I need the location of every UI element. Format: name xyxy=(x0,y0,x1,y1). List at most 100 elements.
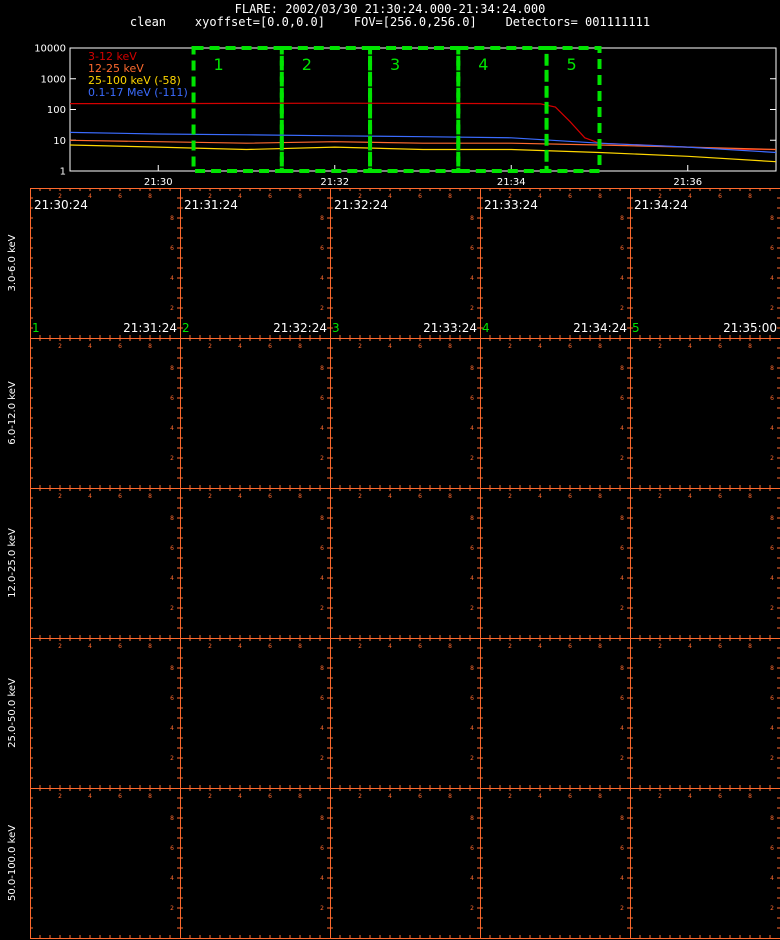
x-tick-label: 4 xyxy=(238,643,242,650)
x-tick-label: 2 xyxy=(358,493,362,500)
y-tick-label: 2 xyxy=(170,455,174,462)
x-tick-label: 6 xyxy=(718,643,722,650)
image-cell: 2 2 4 4 6 6 8 8 xyxy=(180,788,331,939)
y-tick-label: 4 xyxy=(320,575,324,582)
y-tick-label: 8 xyxy=(620,215,624,222)
y-tick-label: 4 xyxy=(170,875,174,882)
interval-boxes: 1 2 3 4 5 xyxy=(191,46,602,173)
y-tick-label: 8 xyxy=(320,365,324,372)
y-tick-label: 1 xyxy=(60,167,66,178)
y-tick-label: 2 xyxy=(170,905,174,912)
x-tick-label: 2 xyxy=(508,643,512,650)
x-tick-label: 6 xyxy=(268,493,272,500)
x-tick-label: 8 xyxy=(598,343,602,350)
x-tick-label: 8 xyxy=(448,343,452,350)
x-tick-label: 8 xyxy=(748,643,752,650)
row-energy-label: 12.0-25.0 keV xyxy=(7,528,18,598)
x-tick-label: 8 xyxy=(298,793,302,800)
interval-number: 1 xyxy=(32,321,40,335)
x-tick-label: 8 xyxy=(598,793,602,800)
x-tick-label: 6 xyxy=(568,343,572,350)
x-tick-label: 2 xyxy=(208,343,212,350)
x-tick-label: 4 xyxy=(538,193,542,200)
x-tick-label: 2 xyxy=(208,643,212,650)
image-frame xyxy=(180,488,331,639)
interval-end-time: 21:31:24 xyxy=(123,321,177,335)
image-frame xyxy=(480,488,631,639)
x-tick-label: 8 xyxy=(748,793,752,800)
x-tick-label: 2 xyxy=(508,493,512,500)
y-tick-label: 6 xyxy=(170,545,174,552)
image-cell: 2 2 4 4 6 6 8 8 xyxy=(330,488,481,639)
y-tick-label: 4 xyxy=(320,425,324,432)
image-cell: 2 2 4 4 6 6 8 8 xyxy=(180,488,331,639)
x-tick-label: 8 xyxy=(598,643,602,650)
y-tick-label: 8 xyxy=(770,515,774,522)
interval-label: 3 xyxy=(390,55,400,74)
x-tick-label: 8 xyxy=(748,493,752,500)
y-tick-label: 2 xyxy=(320,605,324,612)
imaging-parameters: clean xyoffset=[0.0,0.0] FOV=[256.0,256.… xyxy=(129,15,651,29)
x-tick-label: 6 xyxy=(418,793,422,800)
image-cell: 2 2 4 4 6 6 8 8 xyxy=(330,788,481,939)
image-frame xyxy=(480,638,631,789)
interval-end-time: 21:35:00 xyxy=(723,321,777,335)
image-cell: 2244668821:30:2421:31:241 xyxy=(30,188,181,339)
x-tick-label: 6 xyxy=(568,643,572,650)
row-energy-labels: 3.0-6.0 keV 6.0-12.0 keV 12.0-25.0 keV 25.0… xyxy=(7,234,18,901)
interval-label: 1 xyxy=(214,55,224,74)
y-tick-label: 4 xyxy=(470,425,474,432)
interval-number: 3 xyxy=(332,321,340,335)
y-tick-label: 4 xyxy=(320,275,324,282)
x-tick-label: 8 xyxy=(148,493,152,500)
image-cell: 2244668821:32:2421:33:243 xyxy=(330,188,481,339)
x-tick-label: 8 xyxy=(298,193,302,200)
y-tick-label: 10 xyxy=(53,136,66,147)
x-tick-label: 6 xyxy=(718,793,722,800)
x-tick-label: 8 xyxy=(298,343,302,350)
x-tick-label: 2 xyxy=(208,793,212,800)
x-tick-label: 4 xyxy=(238,493,242,500)
y-tick-label: 8 xyxy=(170,665,174,672)
y-tick-label: 8 xyxy=(620,665,624,672)
x-tick-label: 4 xyxy=(88,493,92,500)
image-cell: 2 2 4 4 6 6 8 8 xyxy=(480,788,631,939)
row-energy-label: 6.0-12.0 keV xyxy=(7,381,18,445)
x-tick-label: 4 xyxy=(688,493,692,500)
y-tick-label: 6 xyxy=(320,245,324,252)
x-tick-label: 8 xyxy=(448,793,452,800)
x-tick-label: 6 xyxy=(268,643,272,650)
image-frame xyxy=(480,338,631,489)
y-tick-label: 8 xyxy=(470,515,474,522)
x-tick-label: 4 xyxy=(238,193,242,200)
y-tick-label: 4 xyxy=(470,875,474,882)
interval-start-time: 21:34:24 xyxy=(634,198,688,212)
x-tick-label: 2 xyxy=(358,343,362,350)
interval-end-time: 21:32:24 xyxy=(273,321,327,335)
image-cell: 2 2 4 4 6 6 8 8 xyxy=(480,338,631,489)
x-tick-label: 6 xyxy=(418,193,422,200)
x-tick-label: 2 xyxy=(358,793,362,800)
y-tick-label: 8 xyxy=(320,215,324,222)
y-tick-label: 8 xyxy=(170,215,174,222)
x-tick-label: 8 xyxy=(598,493,602,500)
y-tick-label: 4 xyxy=(320,875,324,882)
y-tick-label: 2 xyxy=(170,305,174,312)
x-tick-label: 4 xyxy=(88,343,92,350)
y-tick-label: 6 xyxy=(170,395,174,402)
y-tick-label: 2 xyxy=(620,455,624,462)
image-cell: 2244668821:34:2421:35:005 xyxy=(630,188,780,339)
interval-label: 2 xyxy=(302,55,312,74)
x-tick-label: 2 xyxy=(658,493,662,500)
image-cell: 2244668821:31:2421:32:242 xyxy=(180,188,331,339)
image-frame xyxy=(330,488,481,639)
image-frame xyxy=(180,338,331,489)
y-tick-label: 4 xyxy=(170,725,174,732)
interval-label: 5 xyxy=(567,55,577,74)
x-tick-label: 4 xyxy=(388,643,392,650)
interval-end-time: 21:34:24 xyxy=(573,321,627,335)
interval-start-time: 21:30:24 xyxy=(34,198,88,212)
image-cells: 2 2 4 4 6 6 8 8 21:30:24 21:31:24 1 2 2 4 4 6 6 8 8 21:31:2… xyxy=(30,188,780,939)
y-tick-label: 6 xyxy=(170,845,174,852)
interval-start-time: 21:32:24 xyxy=(334,198,388,212)
